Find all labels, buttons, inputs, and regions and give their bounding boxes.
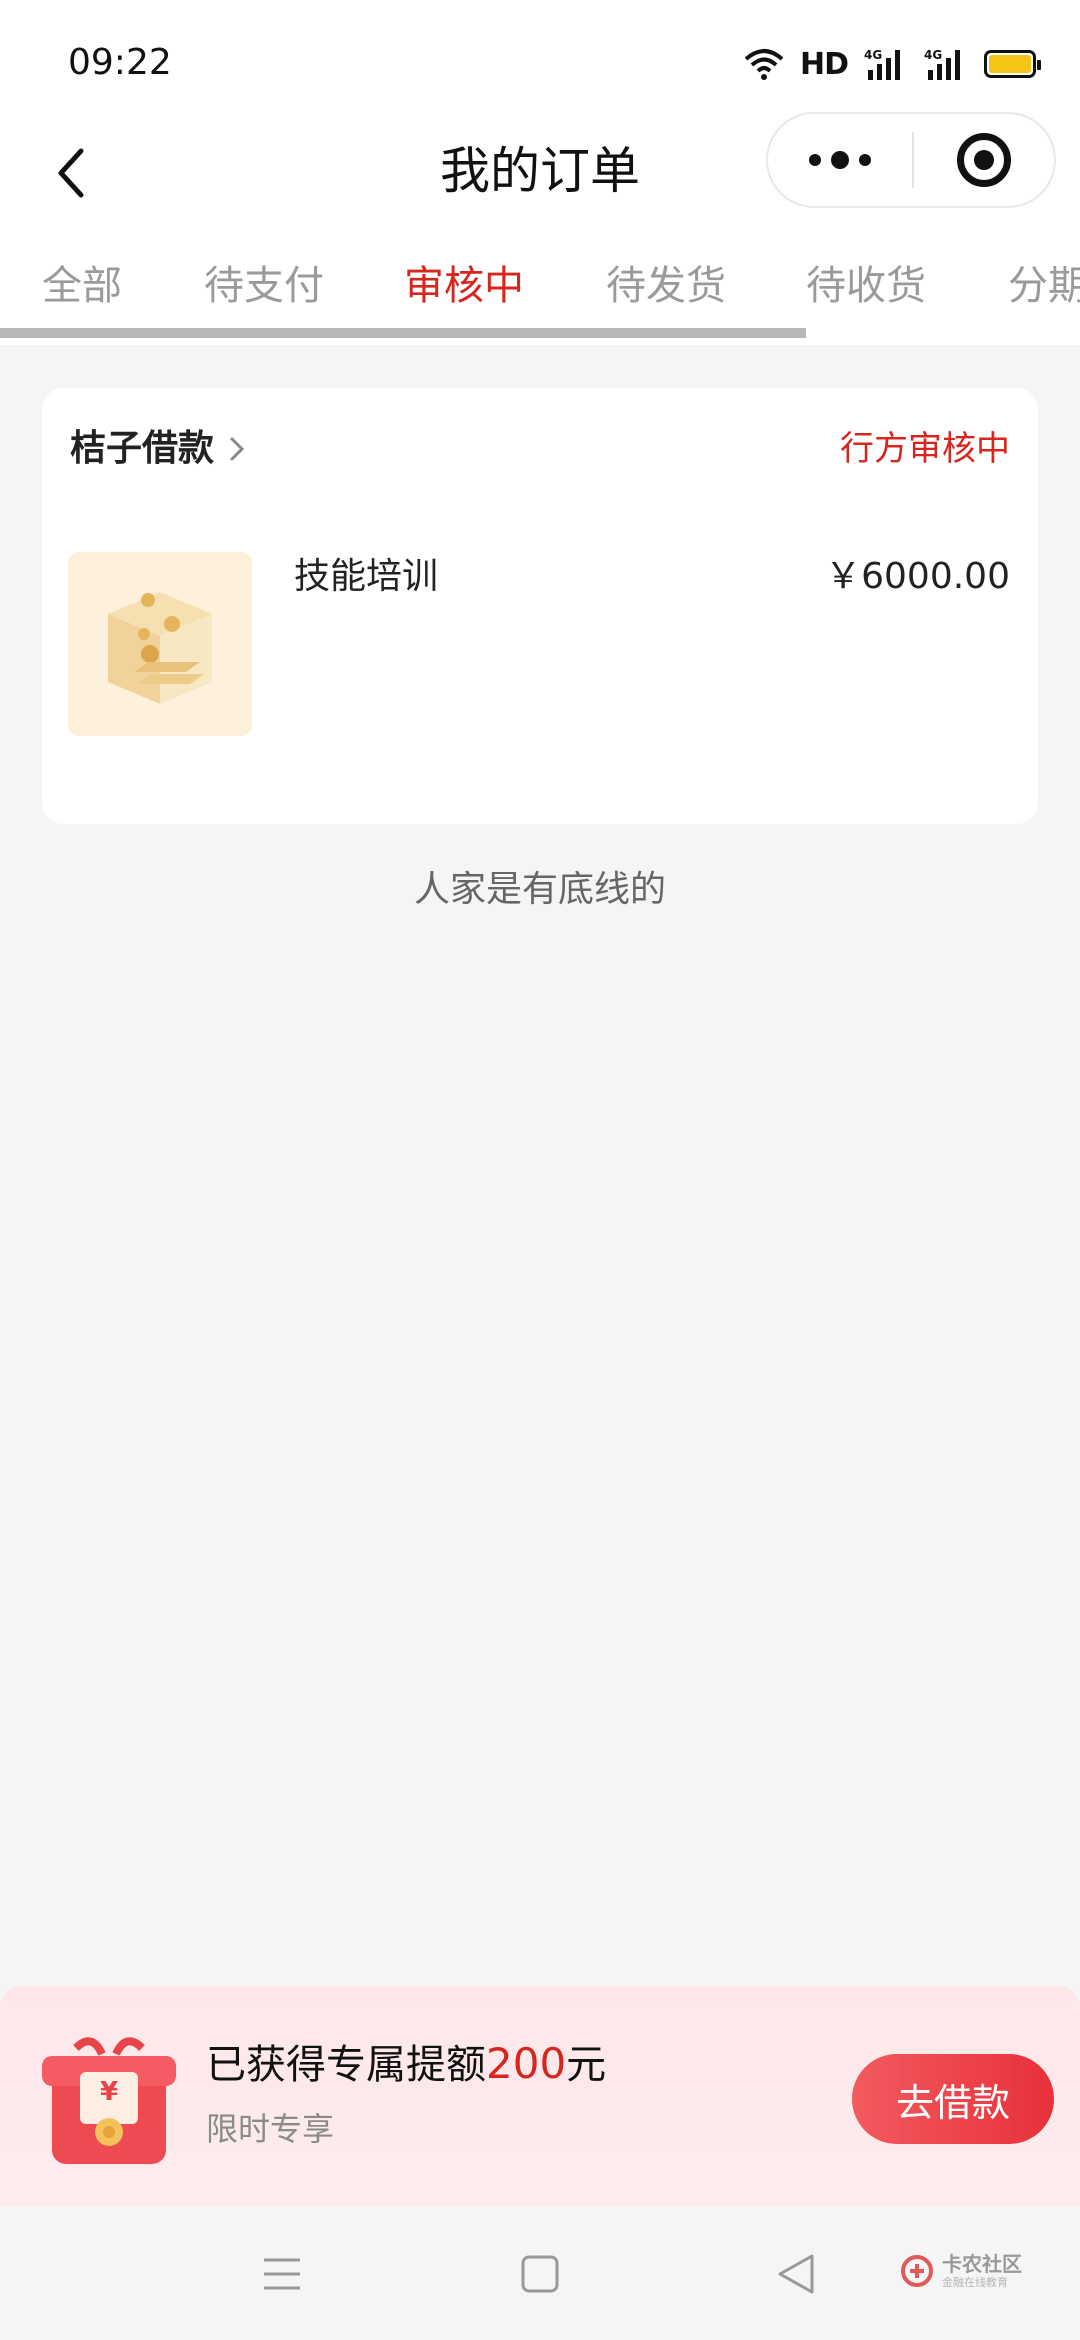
status-time: 09:22	[68, 42, 172, 83]
promo-title: 已获得专属提额200元	[206, 2036, 606, 2093]
tab-pending-receipt[interactable]: 待收货	[806, 258, 926, 314]
close-mini-program-button[interactable]	[914, 114, 1054, 206]
more-menu-button[interactable]	[768, 114, 912, 206]
target-icon	[957, 133, 1011, 187]
status-bar: 09:22 HD 4G 4G	[0, 0, 1080, 120]
more-dots-icon	[809, 154, 821, 166]
kanong-logo-icon	[901, 2255, 933, 2287]
promo-subtitle: 限时专享	[206, 2110, 335, 2148]
product-name: 技能培训	[294, 556, 439, 597]
tab-all[interactable]: 全部	[42, 258, 122, 314]
product-price: ￥6000.00	[825, 556, 1010, 597]
system-back-button[interactable]	[766, 2244, 826, 2304]
menu-lines-icon	[264, 2258, 300, 2290]
square-home-icon	[521, 2255, 559, 2293]
tab-installment[interactable]: 分期	[1008, 258, 1080, 314]
end-of-list-note: 人家是有底线的	[413, 869, 666, 910]
mini-program-capsule	[766, 112, 1056, 208]
signal-1-label: 4G	[864, 48, 882, 62]
promo-title-prefix: 已获得专属提额	[206, 2042, 486, 2088]
tab-pending-shipment[interactable]: 待发货	[606, 258, 726, 314]
order-status: 行方审核中	[840, 429, 1010, 469]
promo-title-suffix: 元	[566, 2042, 607, 2088]
signal-2-label: 4G	[924, 48, 942, 62]
tabs-scrollbar[interactable]	[0, 328, 806, 338]
promo-amount: 200	[486, 2039, 567, 2088]
signal-4g-icon: 4G	[864, 48, 900, 80]
home-button[interactable]	[510, 2244, 570, 2304]
recent-apps-button[interactable]	[252, 2244, 312, 2304]
order-card[interactable]: 桔子借款 行方审核中 技能培训 ￥6000.00	[42, 388, 1038, 824]
watermark: 卡农社区 金融在线教育	[900, 2252, 1022, 2290]
product-thumbnail	[68, 552, 252, 736]
tab-under-review[interactable]: 审核中	[404, 258, 524, 314]
watermark-sub: 金融在线教育	[942, 2276, 1008, 2289]
gift-symbol: ¥	[100, 2077, 118, 2107]
triangle-back-icon	[778, 2254, 814, 2294]
battery-icon	[984, 50, 1041, 78]
promo-banner[interactable]: ¥ 已获得专属提额200元 限时专享 去借款	[0, 1986, 1080, 2206]
shop-link[interactable]: 桔子借款	[70, 424, 246, 474]
watermark-main: 卡农社区	[942, 2252, 1022, 2276]
status-icons: HD 4G 4G	[744, 44, 1041, 84]
wifi-icon	[744, 49, 784, 80]
signal-4g-icon-2: 4G	[924, 48, 960, 80]
chevron-right-icon	[230, 437, 245, 461]
system-nav-bar: 卡农社区 金融在线教育	[0, 2206, 1080, 2340]
tab-pending-payment[interactable]: 待支付	[204, 258, 324, 314]
borrow-button[interactable]: 去借款	[852, 2054, 1054, 2144]
hd-indicator: HD	[799, 46, 849, 82]
red-packet-gift-icon: ¥	[36, 2028, 182, 2174]
coin-box-icon	[108, 592, 212, 704]
shop-name: 桔子借款	[70, 428, 215, 469]
